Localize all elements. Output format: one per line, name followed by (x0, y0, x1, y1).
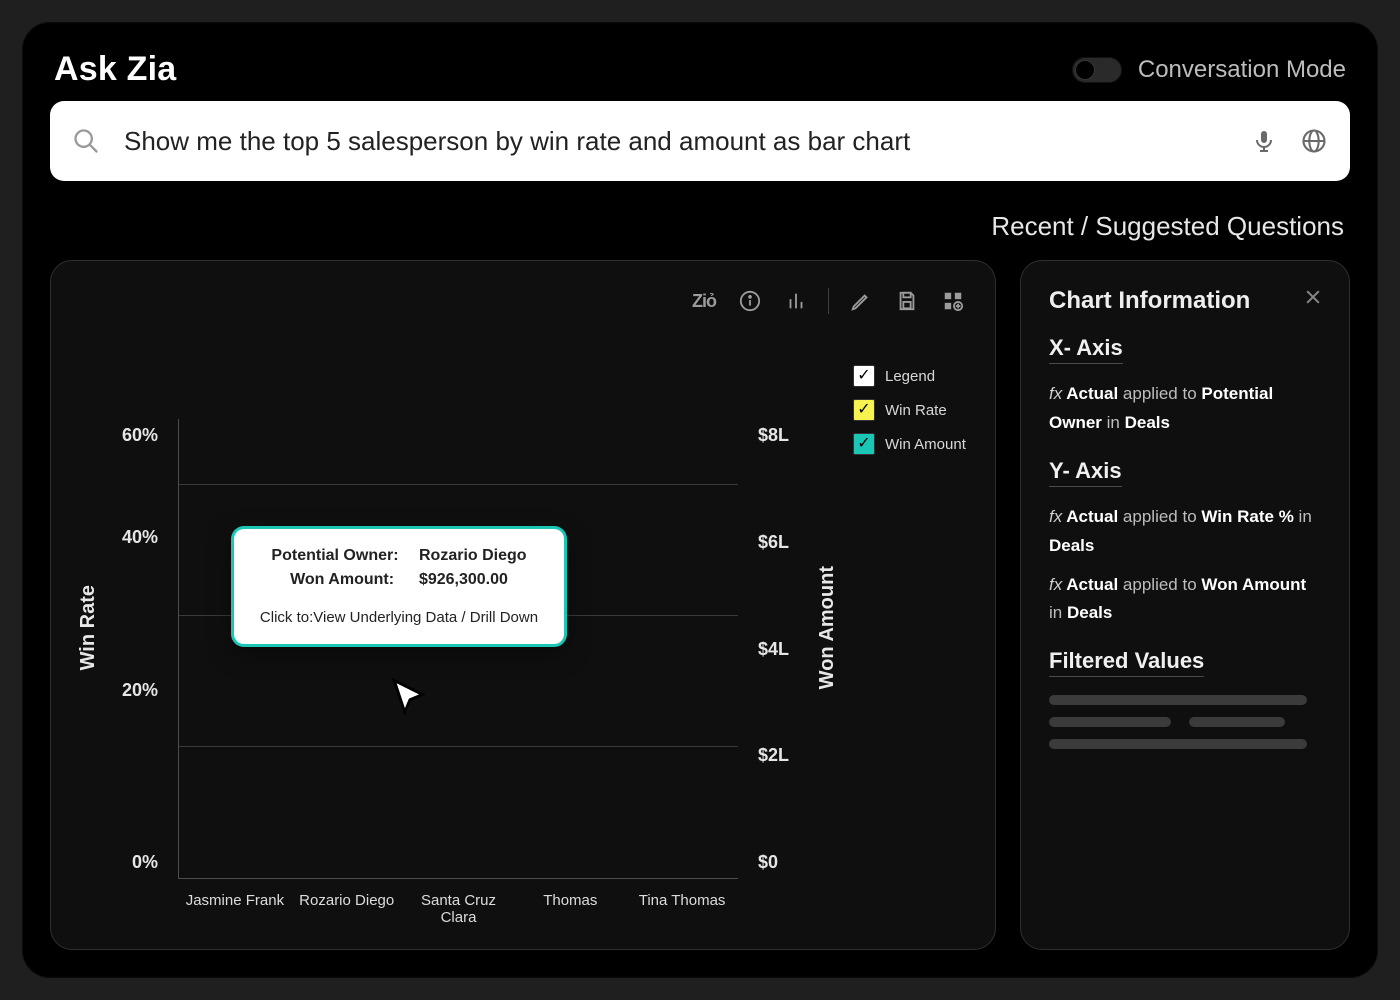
applied-to-text: applied to (1118, 384, 1201, 403)
fx-icon: fx (1049, 384, 1062, 403)
save-icon[interactable] (893, 287, 921, 315)
section-heading: Recent / Suggested Questions (56, 211, 1344, 242)
in-text: in (1049, 603, 1067, 622)
x-axis-label: Jasmine Frank (179, 892, 291, 926)
chart-card: Ziỏ (50, 260, 996, 950)
in-text: in (1294, 507, 1312, 526)
bar-chart-icon[interactable] (782, 287, 810, 315)
chart-tooltip[interactable]: Potential Owner: Rozario Diego Won Amoun… (234, 529, 564, 644)
x-axis-section: X- Axis fxActual applied to Potential Ow… (1049, 335, 1321, 438)
applied-to-text: applied to (1118, 575, 1201, 594)
filtered-values-section: Filtered Values (1049, 648, 1321, 749)
y-left-tick: 20% (122, 680, 158, 701)
x-table: Deals (1125, 413, 1170, 432)
skeleton-line (1049, 739, 1307, 749)
skeleton-line (1049, 695, 1307, 705)
tooltip-hint: Click to:View Underlying Data / Drill Do… (256, 609, 542, 626)
edit-icon[interactable] (847, 287, 875, 315)
filtered-values-heading: Filtered Values (1049, 648, 1204, 677)
y1-field: Win Rate % (1201, 507, 1293, 526)
y-left-tick: 40% (122, 527, 158, 548)
chart-toolbar: Ziỏ (73, 283, 973, 325)
fn-name: Actual (1066, 384, 1118, 403)
toolbar-separator (828, 288, 829, 314)
y-left-tick: 0% (132, 852, 158, 873)
chart-plot-area[interactable]: Potential Owner: Rozario Diego Won Amoun… (178, 419, 738, 879)
fx-icon: fx (1049, 575, 1062, 594)
fn-name: Actual (1066, 507, 1118, 526)
x-axis-label: Santa Cruz Clara (403, 892, 515, 926)
chart-info-title: Chart Information (1049, 287, 1321, 315)
y-right-tick: $6L (758, 532, 789, 553)
y-left-axis-label: Win Rate (73, 585, 104, 670)
legend-item-win-rate[interactable]: ✓ Win Rate (853, 399, 973, 421)
search-bar[interactable] (50, 101, 1350, 181)
y2-table: Deals (1067, 603, 1112, 622)
y-axis-section: Y- Axis fxActual applied to Win Rate % i… (1049, 458, 1321, 629)
legend-item-label: Win Rate (885, 402, 947, 419)
y1-table: Deals (1049, 536, 1094, 555)
y-right-axis-label: Won Amount (812, 566, 843, 689)
skeleton-line (1189, 717, 1284, 727)
info-icon[interactable] (736, 287, 764, 315)
tooltip-amount-key: Won Amount: (290, 571, 394, 589)
applied-to-text: applied to (1118, 507, 1201, 526)
y-axis-heading: Y- Axis (1049, 458, 1122, 487)
legend-item-label: Win Amount (885, 436, 966, 453)
x-axis-label: Tina Thomas (626, 892, 738, 926)
in-text: in (1102, 413, 1125, 432)
tooltip-owner-key: Potential Owner: (271, 547, 398, 565)
dashboard-add-icon[interactable] (939, 287, 967, 315)
fx-icon: fx (1049, 507, 1062, 526)
search-input[interactable] (122, 125, 1228, 158)
y-right-tick: $4L (758, 639, 789, 660)
y-right-tick: $2L (758, 745, 789, 766)
globe-icon[interactable] (1300, 127, 1328, 155)
x-axis-heading: X- Axis (1049, 335, 1123, 364)
conversation-mode-toggle[interactable] (1072, 57, 1122, 83)
fn-name: Actual (1066, 575, 1118, 594)
tooltip-amount-val: $926,300.00 (419, 571, 508, 589)
y-left-tick: 60% (122, 425, 158, 446)
close-icon[interactable] (1299, 283, 1327, 311)
ask-zia-window: Ask Zia Conversation Mode (22, 22, 1378, 978)
microphone-icon[interactable] (1250, 127, 1278, 155)
legend-item-win-amount[interactable]: ✓ Win Amount (853, 433, 973, 455)
chart-legend: ✓ Legend ✓ Win Rate ✓ Win Amount (853, 325, 973, 931)
y-right-tick: $8L (758, 425, 789, 446)
zia-icon[interactable]: Ziỏ (690, 287, 718, 315)
x-axis-label: Thomas (514, 892, 626, 926)
y2-field: Won Amount (1201, 575, 1306, 594)
app-title: Ask Zia (54, 50, 176, 89)
legend-header[interactable]: ✓ Legend (853, 365, 973, 387)
skeleton-line (1049, 717, 1171, 727)
chart-information-panel: Chart Information X- Axis fxActual appli… (1020, 260, 1350, 950)
conversation-mode-label: Conversation Mode (1138, 56, 1346, 84)
tooltip-owner-val: Rozario Diego (419, 547, 527, 565)
legend-header-label: Legend (885, 368, 935, 385)
search-icon (72, 127, 100, 155)
y-right-tick: $0 (758, 852, 778, 873)
x-axis-label: Rozario Diego (291, 892, 403, 926)
